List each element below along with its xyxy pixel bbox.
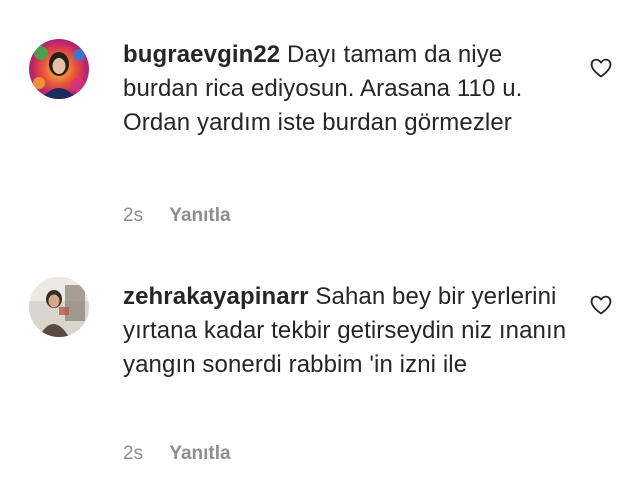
heart-outline-icon[interactable] <box>589 293 613 317</box>
comment-meta: 2s Yanıtla <box>123 442 231 466</box>
comment-meta: 2s Yanıtla <box>123 204 231 228</box>
reply-button[interactable]: Yanıtla <box>169 204 230 228</box>
user-avatar-colorful-icon <box>29 39 89 99</box>
comment-body: bugraevgin22 Dayı tamam da niye burdan r… <box>123 38 573 140</box>
comment-time: 2s <box>123 205 144 226</box>
avatar[interactable] <box>29 39 89 99</box>
avatar[interactable] <box>29 277 89 337</box>
comment-username[interactable]: zehrakayapinarr <box>123 283 309 310</box>
comment-time: 2s <box>123 443 144 464</box>
user-avatar-photo-icon <box>29 277 89 337</box>
comment-item: zehrakayapinarr Sahan bey bir yerlerini … <box>0 250 635 492</box>
comment-item: bugraevgin22 Dayı tamam da niye burdan r… <box>0 0 635 250</box>
reply-button[interactable]: Yanıtla <box>169 442 230 466</box>
comment-body: zehrakayapinarr Sahan bey bir yerlerini … <box>123 280 573 382</box>
comment-username[interactable]: bugraevgin22 <box>123 41 280 68</box>
heart-outline-icon[interactable] <box>589 56 613 80</box>
